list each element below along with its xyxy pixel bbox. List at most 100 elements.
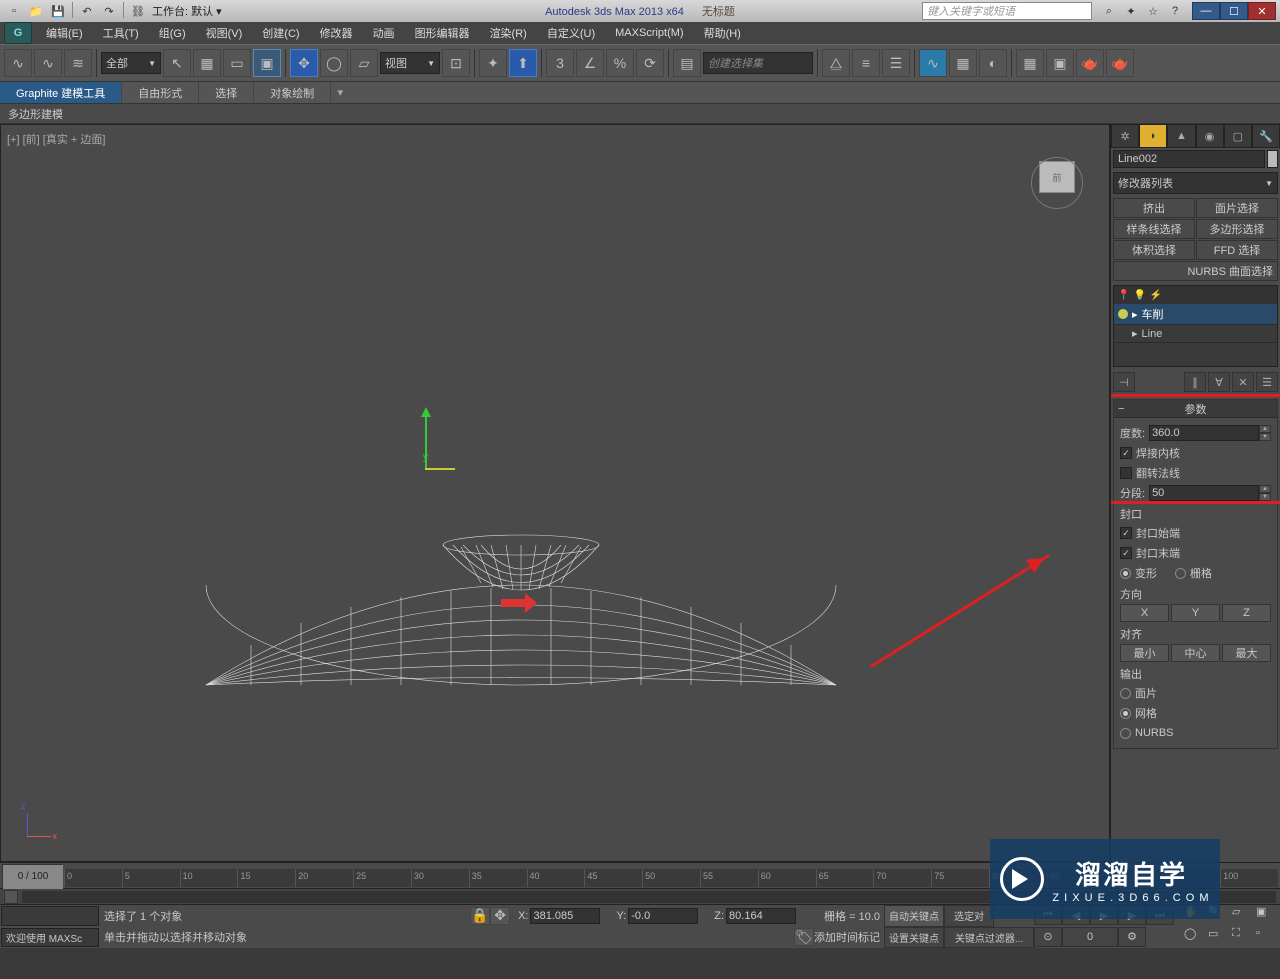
- ribbon-panel-label[interactable]: 多边形建模: [0, 104, 1280, 124]
- rotate-tool-icon[interactable]: ◯: [320, 49, 348, 77]
- menu-tools[interactable]: 工具(T): [93, 22, 149, 44]
- help-search[interactable]: 键入关键字或短语: [922, 2, 1092, 20]
- snap-3-icon[interactable]: 3: [546, 49, 574, 77]
- unlink-tool-icon[interactable]: ∿: [34, 49, 62, 77]
- ribbon-tab-selection[interactable]: 选择: [199, 82, 254, 103]
- nav-walk-icon[interactable]: ▭: [1208, 927, 1232, 949]
- nav-max-icon[interactable]: ⛶: [1232, 927, 1256, 949]
- render-frame-icon[interactable]: ▣: [1046, 49, 1074, 77]
- coord-x-input[interactable]: [530, 908, 600, 924]
- modifier-stack[interactable]: 📍 💡 ⚡ ▸车削 ▸Line: [1113, 285, 1278, 367]
- menu-group[interactable]: 组(G): [149, 22, 196, 44]
- material-editor-icon[interactable]: ◐: [979, 49, 1007, 77]
- time-slider[interactable]: 0 / 100: [2, 864, 62, 888]
- redo-icon[interactable]: ↷: [99, 2, 119, 20]
- snap-percent-icon[interactable]: %: [606, 49, 634, 77]
- stack-bulb-icon[interactable]: 💡: [1134, 289, 1146, 301]
- mirror-icon[interactable]: ⧋: [822, 49, 850, 77]
- cmd-tab-motion-icon[interactable]: ◉: [1196, 124, 1224, 148]
- cap-start-checkbox[interactable]: ✓: [1120, 527, 1132, 539]
- curve-editor-icon[interactable]: ∿: [919, 49, 947, 77]
- mod-btn-nurbssel[interactable]: NURBS 曲面选择: [1113, 261, 1278, 281]
- trackbar-toggle-icon[interactable]: [4, 890, 18, 904]
- degrees-input[interactable]: [1149, 425, 1259, 441]
- app-menu-icon[interactable]: G: [4, 22, 32, 44]
- abs-rel-icon[interactable]: ✥: [490, 907, 510, 925]
- cmd-tab-display-icon[interactable]: ▢: [1224, 124, 1252, 148]
- menu-rendering[interactable]: 渲染(R): [480, 22, 537, 44]
- object-color-swatch[interactable]: [1267, 150, 1278, 168]
- output-nurbs-radio[interactable]: [1120, 728, 1131, 739]
- named-sets-icon[interactable]: ▤: [673, 49, 701, 77]
- viewport-label[interactable]: [+] [前] [真实 + 边面]: [7, 131, 105, 147]
- search-icon[interactable]: ⌕: [1100, 2, 1118, 20]
- cmd-tab-hierarchy-icon[interactable]: ▲: [1167, 124, 1195, 148]
- maxscript-mini[interactable]: [1, 906, 99, 926]
- menu-animation[interactable]: 动画: [363, 22, 405, 44]
- axis-x-button[interactable]: X: [1120, 604, 1169, 622]
- rollout-hdr-params[interactable]: −参数: [1114, 400, 1277, 418]
- ribbon-tab-freeform[interactable]: 自由形式: [122, 82, 199, 103]
- schematic-icon[interactable]: ▦: [949, 49, 977, 77]
- layers-icon[interactable]: ☰: [882, 49, 910, 77]
- spinner-up-icon[interactable]: ▲: [1259, 485, 1271, 493]
- manip-icon[interactable]: ✦: [479, 49, 507, 77]
- weld-core-checkbox[interactable]: ✓: [1120, 447, 1132, 459]
- viewcube[interactable]: 前: [1035, 161, 1079, 205]
- mod-btn-ffdsel[interactable]: FFD 选择: [1196, 240, 1278, 260]
- save-icon[interactable]: 💾: [48, 2, 68, 20]
- comm-icon[interactable]: ✦: [1122, 2, 1140, 20]
- select-rect-icon[interactable]: ▭: [223, 49, 251, 77]
- coord-z-input[interactable]: [726, 908, 796, 924]
- mod-btn-splinesel[interactable]: 样条线选择: [1113, 219, 1195, 239]
- segments-input[interactable]: [1149, 485, 1259, 501]
- move-tool-icon[interactable]: ✥: [290, 49, 318, 77]
- axis-z-button[interactable]: Z: [1222, 604, 1271, 622]
- stack-unique-icon[interactable]: ∀: [1208, 372, 1230, 392]
- select-window-icon[interactable]: ▣: [253, 49, 281, 77]
- workspace-selector[interactable]: 工作台: 默认 ▾: [152, 3, 222, 19]
- nav-extra-icon[interactable]: ▫: [1256, 927, 1280, 949]
- stack-item-line[interactable]: ▸Line: [1114, 325, 1277, 343]
- snap-angle-icon[interactable]: ∠: [576, 49, 604, 77]
- mod-btn-volsel[interactable]: 体积选择: [1113, 240, 1195, 260]
- grid-radio[interactable]: [1175, 568, 1186, 579]
- help-icon[interactable]: ?: [1166, 2, 1184, 20]
- link-icon[interactable]: ⛓: [128, 2, 148, 20]
- time-config-icon[interactable]: ⚙: [1118, 927, 1146, 947]
- spinner-down-icon[interactable]: ▼: [1259, 433, 1271, 441]
- align-icon[interactable]: ≡: [852, 49, 880, 77]
- menu-views[interactable]: 视图(V): [196, 22, 253, 44]
- modifier-list-dropdown[interactable]: 修改器列表▼: [1113, 172, 1278, 194]
- menu-maxscript[interactable]: MAXScript(M): [605, 22, 693, 44]
- mod-btn-polysel[interactable]: 多边形选择: [1196, 219, 1278, 239]
- scale-tool-icon[interactable]: ▱: [350, 49, 378, 77]
- fav-icon[interactable]: ☆: [1144, 2, 1162, 20]
- ref-coord[interactable]: 视图▼: [380, 52, 440, 74]
- current-frame[interactable]: 0: [1062, 927, 1118, 947]
- key-mode-icon[interactable]: ⊙: [1034, 927, 1062, 947]
- align-min-button[interactable]: 最小: [1120, 644, 1169, 662]
- nav-fov-icon[interactable]: ▱: [1232, 905, 1256, 927]
- link-tool-icon[interactable]: ∿: [4, 49, 32, 77]
- axis-y-button[interactable]: Y: [1171, 604, 1220, 622]
- spinner-down-icon[interactable]: ▼: [1259, 493, 1271, 501]
- menu-customize[interactable]: 自定义(U): [537, 22, 605, 44]
- morph-radio[interactable]: [1120, 568, 1131, 579]
- stack-pin-btn-icon[interactable]: ⊣: [1113, 372, 1135, 392]
- stack-remove-icon[interactable]: ✕: [1232, 372, 1254, 392]
- cmd-tab-create-icon[interactable]: ✲: [1111, 124, 1139, 148]
- menu-create[interactable]: 创建(C): [252, 22, 309, 44]
- pivot-icon[interactable]: ⊡: [442, 49, 470, 77]
- mod-btn-extrude[interactable]: 挤出: [1113, 198, 1195, 218]
- add-time-tag[interactable]: 添加时间标记: [814, 929, 880, 945]
- stack-config-icon[interactable]: ☰: [1256, 372, 1278, 392]
- menu-grapheditors[interactable]: 图形编辑器: [405, 22, 480, 44]
- render-setup-icon[interactable]: ▦: [1016, 49, 1044, 77]
- selection-filter[interactable]: 全部▼: [101, 52, 161, 74]
- spinner-up-icon[interactable]: ▲: [1259, 425, 1271, 433]
- maximize-button[interactable]: ☐: [1220, 2, 1248, 20]
- open-icon[interactable]: 📁: [26, 2, 46, 20]
- cmd-tab-utilities-icon[interactable]: 🔧: [1252, 124, 1280, 148]
- lock-selection-icon[interactable]: 🔒: [470, 907, 490, 925]
